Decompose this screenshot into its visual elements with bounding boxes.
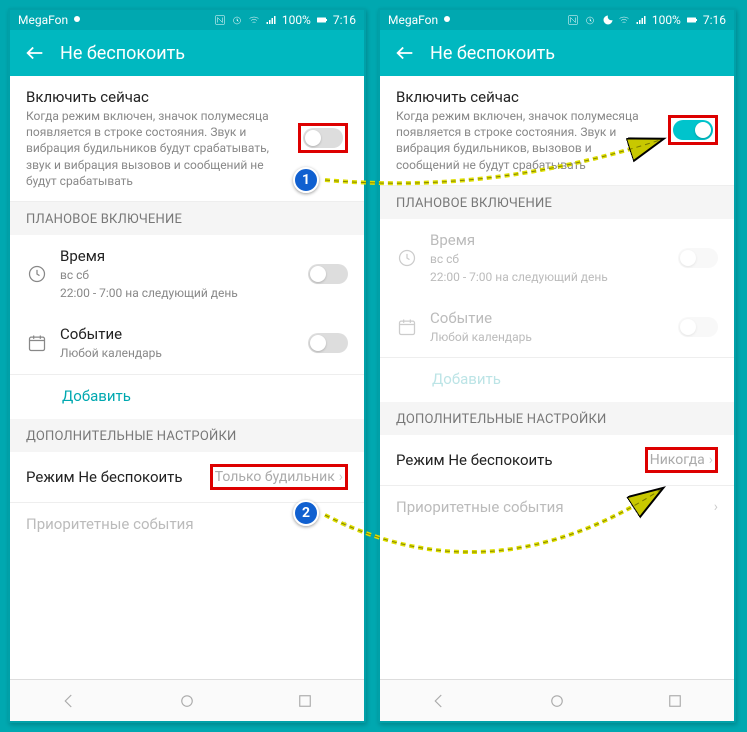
enable-toggle[interactable]	[673, 120, 713, 140]
priority-title: Приоритетные события	[396, 498, 702, 516]
chevron-right-icon: ›	[709, 452, 713, 468]
time-title: Время	[60, 247, 296, 265]
dnd-moon-icon	[601, 14, 613, 26]
title-bar: Не беспокоить	[10, 30, 364, 76]
alarm-icon	[584, 14, 596, 26]
calendar-icon	[396, 317, 418, 337]
section-schedule: ПЛАНОВОЕ ВКЛЮЧЕНИЕ	[380, 186, 734, 219]
event-row: Событие Любой календарь	[380, 297, 734, 358]
enable-desc: Когда режим включен, значок полумесяца п…	[396, 108, 656, 173]
enable-toggle[interactable]	[303, 128, 343, 148]
mode-value: Никогда	[650, 452, 705, 468]
carrier: MegaFon	[388, 13, 438, 27]
nav-back-icon[interactable]	[60, 692, 78, 710]
content-area: Включить сейчас Когда режим включен, зна…	[380, 76, 734, 679]
nfc-icon	[214, 14, 226, 26]
wifi-icon	[248, 14, 260, 26]
mode-row[interactable]: Режим Не беспокоить Только будильник ›	[10, 452, 364, 503]
section-extra: ДОПОЛНИТЕЛЬНЫЕ НАСТРОЙКИ	[10, 419, 364, 452]
battery-icon	[686, 14, 698, 26]
enable-title: Включить сейчас	[396, 88, 656, 106]
mode-title: Режим Не беспокоить	[396, 451, 633, 469]
time-text: 7:16	[333, 13, 356, 27]
clock-icon	[396, 248, 418, 268]
event-title: Событие	[60, 325, 296, 343]
wifi-icon	[618, 14, 630, 26]
page-title: Не беспокоить	[60, 43, 185, 64]
add-link[interactable]: Добавить	[10, 375, 364, 419]
search-icon	[72, 14, 84, 26]
nav-recent-icon[interactable]	[296, 692, 314, 710]
time-sub2: 22:00 - 7:00 на следующий день	[60, 285, 296, 301]
enable-title: Включить сейчас	[26, 88, 286, 106]
annotation-badge-1: 1	[293, 167, 319, 193]
event-title: Событие	[430, 309, 666, 327]
chevron-right-icon: ›	[339, 469, 343, 485]
time-row: Время вс сб 22:00 - 7:00 на следующий де…	[380, 219, 734, 297]
event-sub: Любой календарь	[60, 345, 296, 361]
nav-bar	[10, 679, 364, 721]
battery-text: 100%	[282, 13, 311, 27]
nav-back-icon[interactable]	[430, 692, 448, 710]
carrier: MegaFon	[18, 13, 68, 27]
highlight-frame-mode: Только будильник ›	[210, 464, 348, 490]
chevron-right-icon: ›	[344, 516, 348, 532]
nfc-icon	[567, 14, 579, 26]
time-text: 7:16	[703, 13, 726, 27]
nav-recent-icon[interactable]	[666, 692, 684, 710]
enable-desc: Когда режим включен, значок полумесяца п…	[26, 108, 286, 189]
phone-right: MegaFon 100% 7:16 Не беспокоить Включить…	[378, 8, 736, 723]
signal-icon	[635, 14, 647, 26]
mode-title: Режим Не беспокоить	[26, 468, 198, 486]
chevron-right-icon: ›	[714, 499, 718, 515]
clock-icon	[26, 264, 48, 284]
highlight-frame-toggle	[298, 123, 348, 153]
signal-icon	[265, 14, 277, 26]
battery-icon	[316, 14, 328, 26]
annotation-badge-2: 2	[293, 500, 319, 526]
phone-left: MegaFon 100% 7:16 Не беспокоить Включить…	[8, 8, 366, 723]
add-link: Добавить	[380, 358, 734, 402]
event-toggle	[678, 317, 718, 337]
nav-bar	[380, 679, 734, 721]
priority-title: Приоритетные события	[26, 515, 332, 533]
battery-text: 100%	[652, 13, 681, 27]
event-sub: Любой календарь	[430, 329, 666, 345]
section-extra: ДОПОЛНИТЕЛЬНЫЕ НАСТРОЙКИ	[380, 402, 734, 435]
back-icon[interactable]	[24, 42, 46, 64]
event-toggle[interactable]	[308, 333, 348, 353]
nav-home-icon[interactable]	[178, 692, 196, 710]
title-bar: Не беспокоить	[380, 30, 734, 76]
status-bar: MegaFon 100% 7:16	[380, 10, 734, 30]
nav-home-icon[interactable]	[548, 692, 566, 710]
page-title: Не беспокоить	[430, 43, 555, 64]
time-toggle[interactable]	[308, 264, 348, 284]
content-area: Включить сейчас Когда режим включен, зна…	[10, 76, 364, 679]
time-row[interactable]: Время вс сб 22:00 - 7:00 на следующий де…	[10, 235, 364, 313]
enable-now-row[interactable]: Включить сейчас Когда режим включен, зна…	[380, 76, 734, 186]
time-title: Время	[430, 231, 666, 249]
mode-value: Только будильник	[215, 469, 335, 485]
status-bar: MegaFon 100% 7:16	[10, 10, 364, 30]
priority-row: Приоритетные события ›	[380, 486, 734, 528]
time-toggle	[678, 248, 718, 268]
highlight-frame-mode: Никогда ›	[645, 447, 718, 473]
search-icon	[442, 14, 454, 26]
time-sub2: 22:00 - 7:00 на следующий день	[430, 269, 666, 285]
time-sub1: вс сб	[430, 251, 666, 267]
back-icon[interactable]	[394, 42, 416, 64]
calendar-icon	[26, 333, 48, 353]
alarm-icon	[231, 14, 243, 26]
mode-row[interactable]: Режим Не беспокоить Никогда ›	[380, 435, 734, 486]
event-row[interactable]: Событие Любой календарь	[10, 313, 364, 374]
highlight-frame-toggle	[668, 115, 718, 145]
section-schedule: ПЛАНОВОЕ ВКЛЮЧЕНИЕ	[10, 202, 364, 235]
time-sub1: вс сб	[60, 267, 296, 283]
